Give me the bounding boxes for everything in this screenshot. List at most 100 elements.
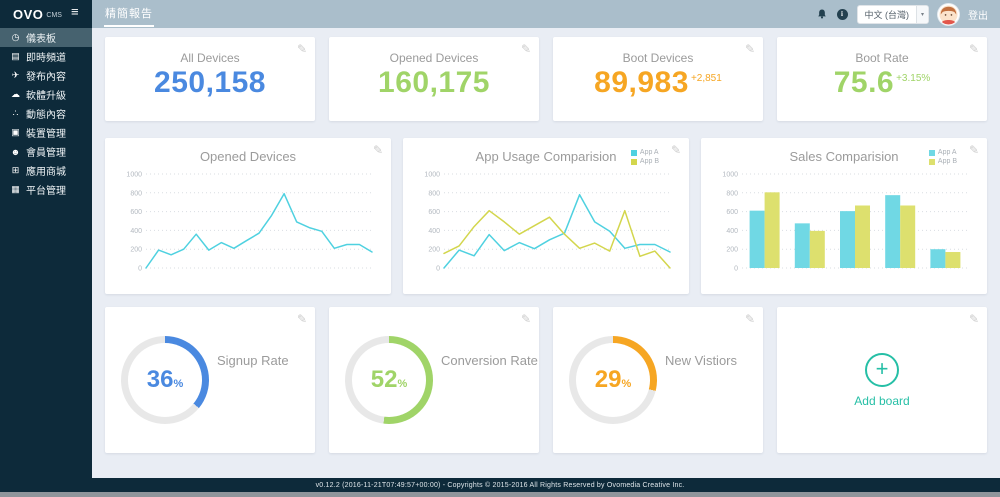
window-edge [0, 492, 1000, 497]
sidebar-item-3[interactable]: ☁ 軟體升級 [0, 85, 92, 104]
software-upgrade-icon: ☁ [11, 89, 20, 99]
edit-icon[interactable]: ✎ [671, 143, 681, 157]
sidebar-item-label: 平台管理 [26, 186, 66, 197]
edit-icon[interactable]: ✎ [373, 143, 383, 157]
sidebar-item-6[interactable]: ☻ 會員管理 [0, 142, 92, 161]
footer-bar: v0.12.2 (2016-11-21T07:49:57+00:00) - Co… [0, 478, 1000, 492]
stat-value: 160,175 [378, 66, 490, 99]
legend-label: App B [937, 158, 957, 165]
device-management-icon: ▣ [11, 127, 20, 137]
sidebar-item-0[interactable]: ◷ 儀表板 [0, 28, 92, 47]
edit-icon[interactable]: ✎ [521, 312, 531, 326]
donut-ring: 29 % [569, 336, 657, 424]
chart-legend: App A App B [630, 148, 659, 166]
sidebar-item-label: 會員管理 [26, 148, 66, 159]
donut-ring: 52 % [345, 336, 433, 424]
legend-swatch-icon [630, 149, 637, 156]
svg-text:400: 400 [130, 228, 142, 235]
sidebar-item-4[interactable]: ∴ 動態內容 [0, 104, 92, 123]
chart-title: Opened Devices [199, 149, 297, 164]
sidebar-item-label: 發布內容 [26, 72, 66, 83]
sidebar-item-5[interactable]: ▣ 裝置管理 [0, 123, 92, 142]
stat-value: 250,158 [154, 66, 266, 99]
language-select[interactable]: 中文 (台灣) ▾ [856, 4, 929, 24]
legend-entry: App B [630, 157, 659, 166]
add-icon[interactable]: + [865, 352, 899, 387]
sidebar-item-2[interactable]: ✈ 發布內容 [0, 66, 92, 85]
line-chart: 0 200 400 600 800 1000 [424, 172, 671, 273]
donut-card-0: ✎ 36 % Signup Rate [105, 307, 315, 453]
svg-text:600: 600 [130, 209, 142, 216]
dynamic-content-icon: ∴ [12, 108, 19, 118]
edit-icon[interactable]: ✎ [969, 42, 979, 56]
live-channels-icon: ▤ [11, 51, 20, 61]
chart-card-0: ✎ Opened Devices 0 200 400 600 800 1000 [105, 138, 391, 294]
donuts-row: ✎ 36 % Signup Rate ✎ 52 % Conversion Rat… [105, 307, 987, 453]
menu-toggle-icon[interactable]: ≡ [71, 5, 79, 18]
legend-entry: App A [928, 148, 957, 157]
sidebar-item-label: 應用商城 [26, 167, 66, 178]
svg-text:200: 200 [130, 247, 142, 254]
logout-button[interactable]: 登出 [968, 7, 988, 22]
donut-card-1: ✎ 52 % Conversion Rate [329, 307, 539, 453]
platform-management-icon: ▦ [11, 184, 20, 194]
edit-icon[interactable]: ✎ [297, 312, 307, 326]
svg-text:0: 0 [436, 266, 440, 273]
legend-entry: App B [928, 157, 957, 166]
chart-card-1: ✎ App Usage Comparision App A App B 0 200… [403, 138, 689, 294]
percent-sign: % [397, 378, 408, 390]
edit-icon[interactable]: ✎ [745, 312, 755, 326]
svg-text:0: 0 [734, 266, 738, 273]
svg-text:200: 200 [428, 247, 440, 254]
sidebar-item-label: 軟體升級 [26, 91, 66, 102]
add-board-label: Add board [854, 393, 910, 408]
donut-percent: 36 [146, 366, 174, 393]
member-management-icon: ☻ [10, 146, 21, 157]
legend-label: App A [937, 149, 957, 156]
info-icon[interactable]: i [836, 8, 848, 20]
logo-suffix: CMS [46, 11, 62, 19]
sidebar-item-1[interactable]: ▤ 即時頻道 [0, 47, 92, 66]
top-bar-right: i 中文 (台灣) ▾ 登出 [816, 0, 1000, 28]
donut-value: 52 % [352, 343, 426, 417]
stat-title: All Devices [180, 51, 240, 65]
edit-icon[interactable]: ✎ [521, 42, 531, 56]
svg-text:400: 400 [726, 228, 738, 235]
stat-card-1: ✎ Opened Devices 160,175 [329, 37, 539, 121]
sidebar-item-label: 儀表板 [26, 34, 56, 45]
donut-card-2: ✎ 29 % New Vistiors [553, 307, 763, 453]
add-board-card[interactable]: ✎ + Add board [777, 307, 987, 453]
stat-value: 75.6 +3.15% [833, 66, 931, 99]
chevron-down-icon: ▾ [916, 5, 928, 23]
sidebar-item-7[interactable]: ⊞ 應用商城 [0, 161, 92, 180]
main-content: ✎ All Devices 250,158 ✎ Opened Devices 1… [92, 28, 1000, 478]
edit-icon[interactable]: ✎ [969, 312, 979, 326]
legend-swatch-icon [928, 158, 935, 165]
avatar[interactable] [938, 3, 959, 25]
sidebar-menu: ◷ 儀表板 ▤ 即時頻道 ✈ 發布內容 ☁ 軟體升級 ∴ 動態內容 ▣ 裝置管理… [0, 28, 92, 199]
edit-icon[interactable]: ✎ [745, 42, 755, 56]
percent-sign: % [173, 378, 184, 390]
top-bar: 精簡報告 i 中文 (台灣) ▾ 登出 [92, 0, 1000, 28]
edit-icon[interactable]: ✎ [297, 42, 307, 56]
donut-percent: 52 [370, 366, 398, 393]
stat-delta: +2,851 [690, 73, 722, 84]
donut-ring: 36 % [121, 336, 209, 424]
svg-text:200: 200 [726, 247, 738, 254]
sidebar-item-8[interactable]: ▦ 平台管理 [0, 180, 92, 199]
legend-label: App B [639, 158, 659, 165]
bar-chart: 0 200 400 600 800 1000 [722, 172, 968, 273]
svg-text:800: 800 [130, 190, 142, 197]
svg-text:800: 800 [428, 190, 440, 197]
chart-legend: App A App B [928, 148, 957, 166]
bell-icon[interactable] [816, 8, 828, 20]
svg-text:1000: 1000 [424, 172, 440, 179]
edit-icon[interactable]: ✎ [969, 143, 979, 157]
sidebar-item-label: 即時頻道 [26, 53, 66, 64]
stats-row: ✎ All Devices 250,158 ✎ Opened Devices 1… [105, 37, 987, 121]
donut-title: New Vistiors [665, 353, 738, 368]
charts-row: ✎ Opened Devices 0 200 400 600 800 1000 ✎ App… [105, 138, 987, 294]
tab-report[interactable]: 精簡報告 [104, 5, 154, 27]
sidebar: ◷ 儀表板 ▤ 即時頻道 ✈ 發布內容 ☁ 軟體升級 ∴ 動態內容 ▣ 裝置管理… [0, 28, 92, 478]
stat-title: Boot Rate [855, 51, 909, 65]
